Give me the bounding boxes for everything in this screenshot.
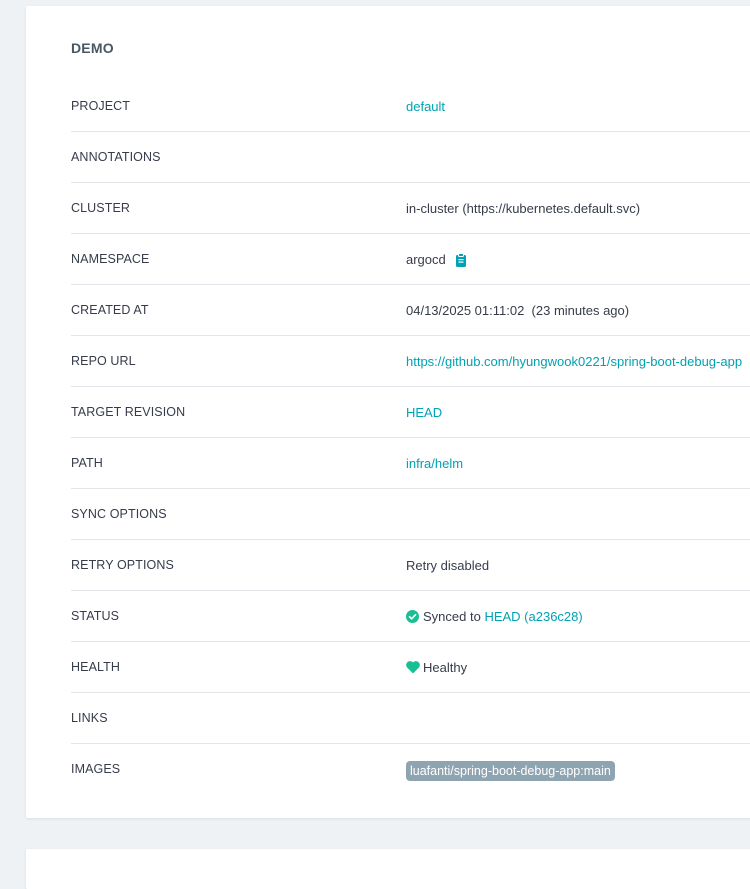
created-at-value: 04/13/2025 01:11:02 (23 minutes ago) [406,303,630,318]
heart-icon [406,661,420,674]
row-label-cluster: CLUSTER [71,201,131,215]
row-label-repo-url: REPO URL [71,354,136,368]
project-link[interactable]: default [406,99,445,114]
row-label-annotations: ANNOTATIONS [71,150,161,164]
retry-options-value: Retry disabled [406,558,490,573]
status-revision-link[interactable]: HEAD (a236c28) [484,609,582,624]
row-namespace: NAMESPACE argocd [71,234,750,285]
cluster-value: in-cluster (https://kubernetes.default.s… [406,201,641,216]
row-annotations: ANNOTATIONS [71,132,750,183]
repo-url-link[interactable]: https://github.com/hyungwook0221/spring-… [406,354,742,369]
row-label-health: HEALTH [71,660,120,674]
row-label-target-revision: TARGET REVISION [71,405,186,419]
application-summary-panel: DEMO PROJECT default ANNOTATIONS CLUSTER… [26,6,750,818]
row-retry-options: RETRY OPTIONS Retry disabled [71,540,750,591]
row-repo-url: REPO URL https://github.com/hyungwook022… [71,336,750,387]
row-images: IMAGES luafanti/spring-boot-debug-app:ma… [71,744,750,794]
namespace-value: argocd [406,252,446,267]
row-label-path: PATH [71,456,103,470]
row-label-sync-options: SYNC OPTIONS [71,507,167,521]
row-target-revision: TARGET REVISION HEAD [71,387,750,438]
row-label-links: LINKS [71,711,108,725]
row-status: STATUS Synced to HEAD (a236c28) [71,591,750,642]
row-label-namespace: NAMESPACE [71,252,150,266]
row-links: LINKS [71,693,750,744]
path-link[interactable]: infra/helm [406,456,463,471]
check-circle-icon [406,610,419,623]
row-label-images: IMAGES [71,762,121,776]
row-sync-options: SYNC OPTIONS [71,489,750,540]
row-label-retry-options: RETRY OPTIONS [71,558,174,572]
row-label-project: PROJECT [71,99,131,113]
row-health: HEALTH Healthy [71,642,750,693]
summary-rows: PROJECT default ANNOTATIONS CLUSTER in-c… [71,81,750,794]
clipboard-icon[interactable] [455,252,467,267]
status-text: Synced to [423,609,481,624]
health-value: Healthy [423,660,468,675]
row-project: PROJECT default [71,81,750,132]
row-path: PATH infra/helm [71,438,750,489]
row-created-at: CREATED AT 04/13/2025 01:11:02 (23 minut… [71,285,750,336]
row-label-created-at: CREATED AT [71,303,149,317]
row-cluster: CLUSTER in-cluster (https://kubernetes.d… [71,183,750,234]
target-revision-link[interactable]: HEAD [406,405,442,420]
row-label-status: STATUS [71,609,120,623]
panel-title: DEMO [71,40,114,56]
next-panel [26,849,750,889]
image-tag: luafanti/spring-boot-debug-app:main [406,761,615,781]
